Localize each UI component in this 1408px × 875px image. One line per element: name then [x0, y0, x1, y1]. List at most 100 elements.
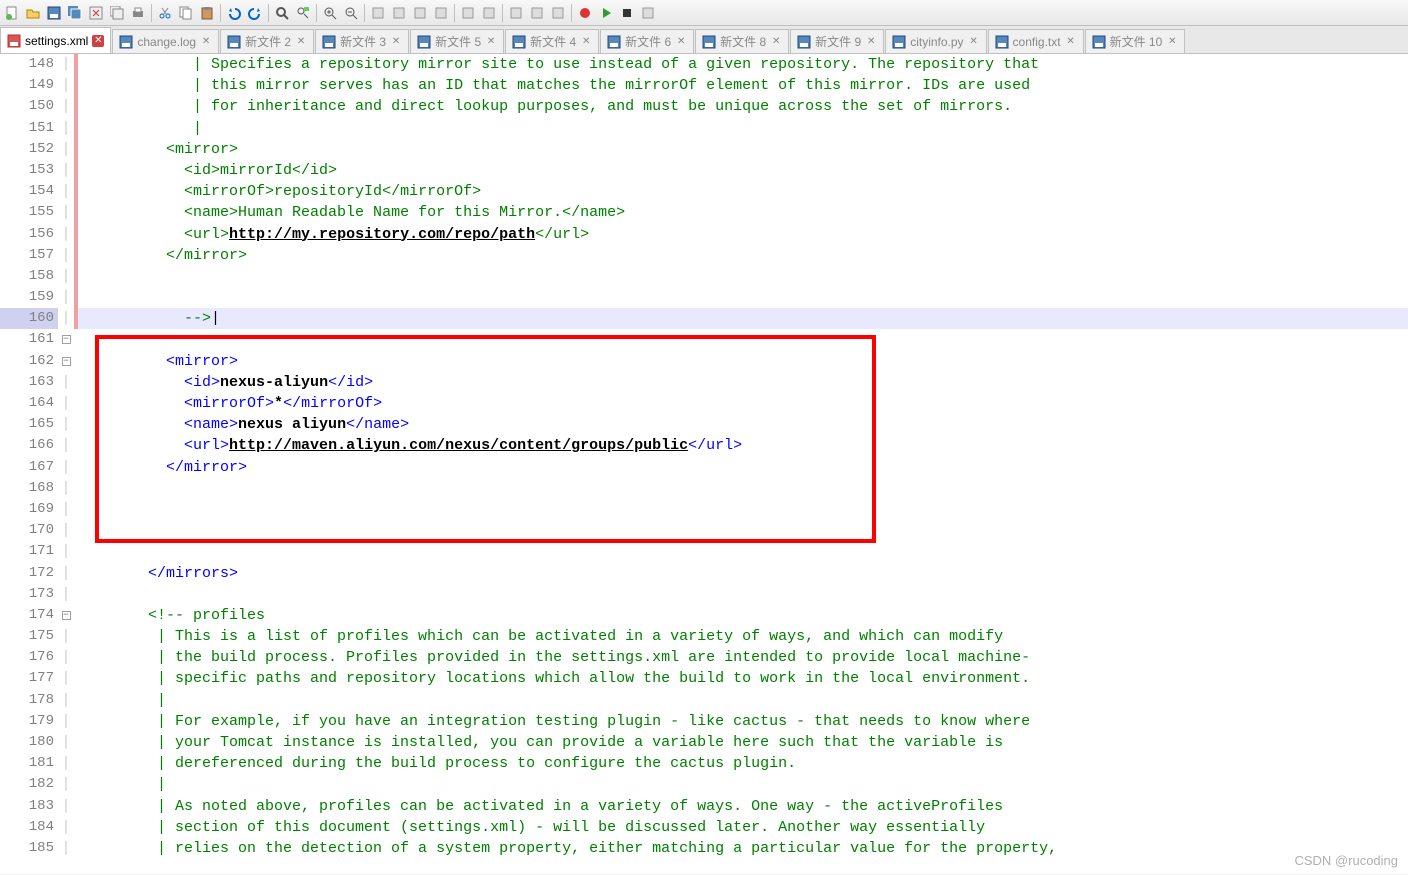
paste-button[interactable] — [197, 3, 217, 23]
close-icon[interactable]: ✕ — [295, 36, 307, 48]
indent-button[interactable] — [410, 3, 430, 23]
saveall-button[interactable] — [65, 3, 85, 23]
code-text[interactable] — [74, 584, 1408, 605]
open-button[interactable] — [23, 3, 43, 23]
fold-marker[interactable]: − — [58, 605, 74, 626]
close-icon[interactable]: ✕ — [485, 36, 497, 48]
code-line[interactable]: 156│ <url>http://my.repository.com/repo/… — [0, 224, 1408, 245]
closeall-button[interactable] — [107, 3, 127, 23]
close-icon[interactable]: ✕ — [968, 36, 980, 48]
close-icon[interactable]: ✕ — [770, 36, 782, 48]
code-line[interactable]: 172│ </mirrors> — [0, 563, 1408, 584]
code-text[interactable]: | this mirror serves has an ID that matc… — [74, 75, 1408, 96]
wordwrap-button[interactable] — [368, 3, 388, 23]
code-line[interactable]: 175│ | This is a list of profiles which … — [0, 626, 1408, 647]
code-text[interactable] — [74, 499, 1408, 520]
tab-0[interactable]: settings.xml✕ — [0, 27, 111, 53]
code-text[interactable]: <!-- profiles — [74, 605, 1408, 626]
code-line[interactable]: 160│ -->| — [0, 308, 1408, 329]
code-line[interactable]: 182│ | — [0, 774, 1408, 795]
code-text[interactable]: | This is a list of profiles which can b… — [74, 626, 1408, 647]
prev-bookmark-button[interactable] — [548, 3, 568, 23]
playback-button[interactable] — [638, 3, 658, 23]
find-button[interactable] — [272, 3, 292, 23]
code-text[interactable]: | As noted above, profiles can be activa… — [74, 796, 1408, 817]
record-button[interactable] — [575, 3, 595, 23]
code-line[interactable]: 163│ <id>nexus-aliyun</id> — [0, 372, 1408, 393]
new-button[interactable] — [2, 3, 22, 23]
close-icon[interactable]: ✕ — [1065, 36, 1077, 48]
zoom-in-button[interactable] — [320, 3, 340, 23]
code-line[interactable]: 152│ <mirror> — [0, 139, 1408, 160]
code-text[interactable] — [74, 266, 1408, 287]
code-line[interactable]: 149│ | this mirror serves has an ID that… — [0, 75, 1408, 96]
code-line[interactable]: 168│ — [0, 478, 1408, 499]
code-line[interactable]: 159│ — [0, 287, 1408, 308]
code-line[interactable]: 179│ | For example, if you have an integ… — [0, 711, 1408, 732]
code-line[interactable]: 178│ | — [0, 690, 1408, 711]
code-text[interactable]: <url>http://maven.aliyun.com/nexus/conte… — [74, 435, 1408, 456]
code-text[interactable]: <mirror> — [74, 139, 1408, 160]
code-line[interactable]: 185│ | relies on the detection of a syst… — [0, 838, 1408, 859]
code-text[interactable]: <mirrorOf>repositoryId</mirrorOf> — [74, 181, 1408, 202]
code-line[interactable]: 173│ — [0, 584, 1408, 605]
code-text[interactable]: -->| — [74, 308, 1408, 329]
code-text[interactable]: </mirrors> — [74, 563, 1408, 584]
code-line[interactable]: 177│ | specific paths and repository loc… — [0, 668, 1408, 689]
code-text[interactable] — [74, 287, 1408, 308]
code-text[interactable]: | — [74, 118, 1408, 139]
code-line[interactable]: 153│ <id>mirrorId</id> — [0, 160, 1408, 181]
tab-3[interactable]: 新文件 3✕ — [315, 29, 409, 53]
code-text[interactable]: | Specifies a repository mirror site to … — [74, 54, 1408, 75]
fold-button[interactable] — [458, 3, 478, 23]
close-icon[interactable]: ✕ — [200, 36, 212, 48]
undo-button[interactable] — [224, 3, 244, 23]
code-text[interactable]: </mirror> — [74, 457, 1408, 478]
code-line[interactable]: 165│ <name>nexus aliyun</name> — [0, 414, 1408, 435]
close-icon[interactable]: ✕ — [580, 36, 592, 48]
close-button[interactable] — [86, 3, 106, 23]
bookmark-button[interactable] — [506, 3, 526, 23]
code-line[interactable]: 155│ <name>Human Readable Name for this … — [0, 202, 1408, 223]
tab-1[interactable]: change.log✕ — [112, 29, 219, 53]
code-text[interactable]: <id>mirrorId</id> — [74, 160, 1408, 181]
tab-6[interactable]: 新文件 6✕ — [600, 29, 694, 53]
code-text[interactable]: | relies on the detection of a system pr… — [74, 838, 1408, 859]
code-line[interactable]: 161− — [0, 329, 1408, 350]
code-text[interactable]: | section of this document (settings.xml… — [74, 817, 1408, 838]
zoom-out-button[interactable] — [341, 3, 361, 23]
cut-button[interactable] — [155, 3, 175, 23]
fold-marker[interactable]: − — [58, 351, 74, 372]
code-text[interactable]: <name>nexus aliyun</name> — [74, 414, 1408, 435]
close-icon[interactable]: ✕ — [1166, 36, 1178, 48]
code-line[interactable]: 148│ | Specifies a repository mirror sit… — [0, 54, 1408, 75]
code-text[interactable]: <name>Human Readable Name for this Mirro… — [74, 202, 1408, 223]
close-icon[interactable]: ✕ — [92, 35, 104, 47]
stop-button[interactable] — [617, 3, 637, 23]
close-icon[interactable]: ✕ — [865, 36, 877, 48]
code-text[interactable]: <mirrorOf>*</mirrorOf> — [74, 393, 1408, 414]
print-button[interactable] — [128, 3, 148, 23]
code-text[interactable]: | for inheritance and direct lookup purp… — [74, 96, 1408, 117]
close-icon[interactable]: ✕ — [390, 36, 402, 48]
outdent-button[interactable] — [431, 3, 451, 23]
code-text[interactable]: | — [74, 774, 1408, 795]
code-line[interactable]: 157│ </mirror> — [0, 245, 1408, 266]
code-text[interactable]: <url>http://my.repository.com/repo/path<… — [74, 224, 1408, 245]
code-text[interactable] — [74, 329, 1408, 350]
tab-7[interactable]: 新文件 8✕ — [695, 29, 789, 53]
code-text[interactable]: <id>nexus-aliyun</id> — [74, 372, 1408, 393]
code-text[interactable]: | For example, if you have an integratio… — [74, 711, 1408, 732]
code-line[interactable]: 158│ — [0, 266, 1408, 287]
code-text[interactable]: | — [74, 690, 1408, 711]
next-bookmark-button[interactable] — [527, 3, 547, 23]
code-line[interactable]: 151│ | — [0, 118, 1408, 139]
code-line[interactable]: 184│ | section of this document (setting… — [0, 817, 1408, 838]
code-line[interactable]: 162− <mirror> — [0, 351, 1408, 372]
code-text[interactable] — [74, 541, 1408, 562]
code-text[interactable]: | your Tomcat instance is installed, you… — [74, 732, 1408, 753]
close-icon[interactable]: ✕ — [675, 36, 687, 48]
code-line[interactable]: 181│ | dereferenced during the build pro… — [0, 753, 1408, 774]
code-text[interactable]: | the build process. Profiles provided i… — [74, 647, 1408, 668]
code-line[interactable]: 176│ | the build process. Profiles provi… — [0, 647, 1408, 668]
